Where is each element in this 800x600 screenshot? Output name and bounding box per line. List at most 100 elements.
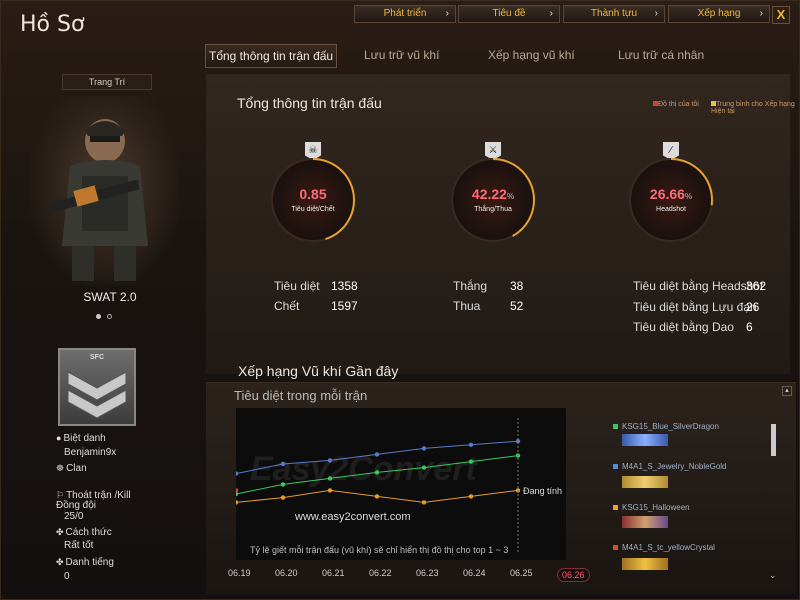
data-point[interactable]: [421, 500, 427, 505]
chart-title: Tiêu diệt trong mỗi trận: [234, 388, 368, 403]
nav-achievement-button[interactable]: Thành tựu ›: [563, 5, 665, 23]
data-point[interactable]: [280, 461, 286, 467]
nav-label: Phát triển: [383, 8, 427, 19]
nav-development-button[interactable]: Phát triển ›: [354, 5, 456, 23]
knife-kills-label: Tiêu diệt bằng Dao: [633, 320, 734, 334]
data-point[interactable]: [374, 494, 380, 499]
data-point[interactable]: [468, 442, 474, 447]
soldier-icon: [50, 119, 148, 281]
rank-badge-text: SFC: [90, 354, 104, 361]
data-point[interactable]: [468, 494, 474, 499]
data-point[interactable]: [280, 482, 286, 487]
tab-personal-archive[interactable]: Lưu trữ cá nhân: [614, 44, 708, 66]
escape-value: 25/0: [64, 511, 84, 522]
data-point[interactable]: [280, 495, 286, 500]
rifle-gold-icon: [622, 476, 668, 488]
overview-title: Tổng thông tin trận đấu: [237, 95, 382, 111]
chevron-right-icon: ›: [759, 8, 763, 19]
headshot-number: 26.66: [649, 186, 685, 202]
losses-label: Thua: [453, 299, 481, 313]
data-point[interactable]: [236, 488, 239, 493]
escape-label: ⚐ Thoát trận /Kill Đồng đội: [56, 490, 142, 511]
rank-badge: SFC: [58, 348, 136, 426]
deaths-value: 1597: [331, 299, 358, 313]
carousel-dot-active[interactable]: [96, 314, 101, 319]
wins-value: 38: [510, 279, 524, 293]
weapon-color-swatch: [613, 464, 618, 469]
date-tick-label[interactable]: 06.22: [369, 568, 392, 578]
kd-value: 0.85: [273, 186, 353, 202]
legend-mine: Đồ thị của tôi: [653, 101, 699, 108]
data-point[interactable]: [374, 470, 380, 475]
data-point[interactable]: [327, 476, 333, 481]
character-portrait: [30, 96, 180, 286]
date-tick-label[interactable]: 06.21: [322, 568, 345, 578]
chevron-right-icon: ›: [654, 8, 658, 19]
escape-label-text: Thoát trận /Kill Đồng đội: [56, 490, 131, 511]
wins-label: Thắng: [453, 279, 488, 293]
data-point[interactable]: [236, 500, 239, 505]
scroll-down-icon[interactable]: ⌄: [769, 570, 777, 581]
character-name: SWAT 2.0: [83, 290, 137, 304]
winrate-unit: %: [506, 192, 515, 201]
weapon-color-swatch: [613, 545, 618, 550]
close-button[interactable]: X: [772, 6, 790, 24]
winrate-gauge: 42.22% Thắng/Thua: [453, 160, 533, 240]
style-icon: ✤: [56, 527, 64, 537]
weapon-color-swatch: [613, 505, 618, 510]
clan-icon: ☸: [56, 463, 65, 473]
legend-average: Trung bình cho Xếp hạng Hiện tại: [711, 101, 797, 115]
carousel-dot[interactable]: [107, 314, 112, 319]
tab-weapon-ranking[interactable]: Xếp hạng vũ khí: [484, 44, 579, 66]
fame-icon: ✤: [56, 557, 64, 567]
kd-number: 0.85: [299, 186, 327, 202]
date-tick-label[interactable]: 06.24: [463, 568, 486, 578]
nav-label: Thành tựu: [590, 8, 638, 19]
shotgun-icon: [622, 434, 668, 446]
series-line: [236, 440, 519, 475]
clan-label: ☸ Clan: [56, 463, 87, 474]
style-label-text: Cách thức: [65, 527, 112, 538]
data-point[interactable]: [327, 488, 333, 493]
style-value: Rất tốt: [64, 540, 94, 551]
data-point[interactable]: [421, 446, 427, 451]
data-point[interactable]: [374, 452, 380, 457]
headshot-kills-value: 362: [746, 279, 767, 293]
kd-label: Tiêu diệt/Chết: [291, 206, 335, 213]
data-point[interactable]: [421, 465, 427, 470]
style-label: ✤ Cách thức: [56, 527, 112, 538]
deaths-label: Chết: [274, 299, 300, 313]
date-tick-label[interactable]: 06.19: [228, 568, 251, 578]
data-point[interactable]: [327, 458, 333, 463]
scrollbar-thumb[interactable]: [771, 424, 776, 456]
data-point[interactable]: [468, 459, 474, 464]
winrate-value: 42.22%: [453, 186, 533, 202]
chevron-right-icon: ›: [549, 8, 553, 19]
date-tick-label[interactable]: 06.20: [275, 568, 298, 578]
collapse-arrow-icon[interactable]: ▲: [782, 386, 792, 396]
fame-label: ✤ Danh tiếng: [56, 557, 114, 568]
date-tick-label[interactable]: 06.25: [510, 568, 533, 578]
tab-weapon-archive[interactable]: Lưu trữ vũ khí: [360, 44, 443, 66]
decorate-button[interactable]: Trang Trí: [62, 74, 152, 90]
tab-match-overview[interactable]: Tổng thông tin trận đấu: [205, 44, 338, 68]
weapon-color-swatch: [613, 424, 618, 429]
nav-title-button[interactable]: Tiêu đề ›: [458, 5, 560, 23]
current-label: Đang tính: [523, 486, 563, 496]
nickname-value: Benjamin9x: [64, 447, 117, 458]
legend-mine-text: Đồ thị của tôi: [658, 101, 699, 108]
running-icon: ⚐: [56, 490, 65, 500]
weapon-name: KSG15_Blue_SilverDragon: [622, 422, 719, 431]
kd-gauge: 0.85 Tiêu diệt/Chết: [273, 160, 353, 240]
nav-ranking-button[interactable]: Xếp hạng ›: [668, 5, 770, 23]
date-tick-label[interactable]: 06.26: [557, 568, 590, 582]
data-point[interactable]: [236, 471, 239, 476]
fame-label-text: Danh tiếng: [65, 557, 114, 568]
character-panel: Trang Trí SWAT 2.0 SFC: [10, 66, 200, 596]
headshot-value: 26.66%: [631, 186, 711, 202]
watermark-url: www.easy2convert.com: [295, 511, 411, 523]
nav-label: Tiêu đề: [492, 8, 526, 19]
legend-average-text: Trung bình cho Xếp hạng Hiện tại: [711, 101, 795, 115]
nav-label: Xếp hạng: [697, 8, 741, 19]
date-tick-label[interactable]: 06.23: [416, 568, 439, 578]
